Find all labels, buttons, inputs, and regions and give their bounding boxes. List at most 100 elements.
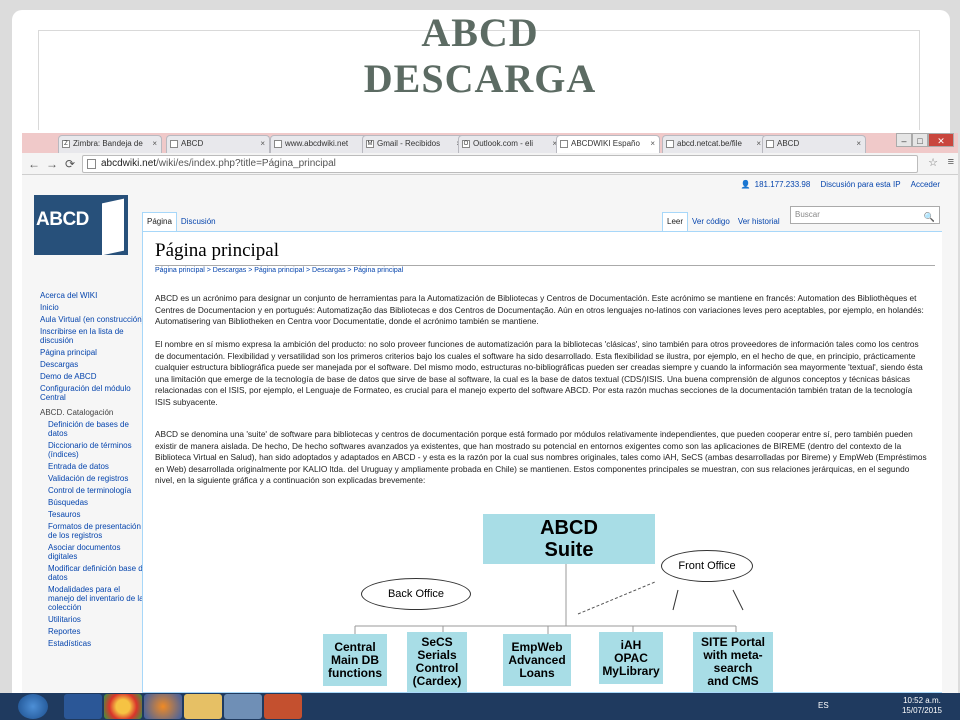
sidebar-sub-item[interactable]: Búsquedas bbox=[40, 498, 148, 507]
sidebar-item[interactable]: Demo de ABCD bbox=[40, 372, 148, 381]
tab-label: abcd.netcat.be/file bbox=[677, 139, 742, 148]
firefox-taskbar-icon[interactable] bbox=[144, 694, 182, 719]
sidebar-sub-item[interactable]: Reportes bbox=[40, 627, 148, 636]
login-link[interactable]: Acceder bbox=[911, 180, 940, 189]
sidebar-sub-item[interactable]: Asociar documentos digitales bbox=[40, 543, 148, 561]
browser-tab[interactable]: ABCDWIKI Españo × bbox=[556, 135, 660, 153]
tab-favicon-icon bbox=[170, 140, 178, 148]
sidebar-sub-item[interactable]: Control de terminología bbox=[40, 486, 148, 495]
sidebar-item[interactable]: Configuración del módulo Central bbox=[40, 384, 148, 402]
folder-taskbar-icon[interactable] bbox=[184, 694, 222, 719]
search-icon[interactable]: 🔍 bbox=[924, 209, 935, 225]
page-tabs-right: Leer Ver código Ver historial bbox=[662, 211, 784, 231]
address-bar[interactable]: abcdwiki.net/wiki/es/index.php?title=Pág… bbox=[82, 155, 918, 173]
tab-close-icon[interactable]: × bbox=[152, 136, 157, 152]
search-placeholder: Buscar bbox=[795, 210, 820, 219]
tab-close-icon[interactable]: × bbox=[260, 136, 265, 152]
sidebar-sub-item[interactable]: Modificar definición base de datos bbox=[40, 564, 148, 582]
tab-close-icon[interactable]: × bbox=[650, 136, 655, 152]
chrome-taskbar-icon[interactable] bbox=[104, 694, 142, 719]
browser-tab[interactable]: ABCD × bbox=[762, 135, 866, 153]
sidebar-sub-item[interactable]: Estadísticas bbox=[40, 639, 148, 648]
sidebar-sub-item[interactable]: Validación de registros bbox=[40, 474, 148, 483]
sidebar-item[interactable]: Aula Virtual (en construcción) bbox=[40, 315, 148, 324]
start-button[interactable] bbox=[18, 694, 48, 719]
module-line: Advanced bbox=[508, 652, 566, 667]
tab-label: Outlook.com - eli bbox=[473, 139, 534, 148]
sidebar-item[interactable]: Acerca del WIKI bbox=[40, 291, 148, 300]
page-tab-right[interactable]: Ver historial bbox=[734, 213, 784, 231]
tab-label: www.abcdwiki.net bbox=[285, 139, 349, 148]
sidebar-sub-item[interactable]: Formatos de presentación de los registro… bbox=[40, 522, 148, 540]
sidebar-sub-item[interactable]: Modalidades para el manejo del inventari… bbox=[40, 585, 148, 612]
module-line: MyLibrary bbox=[602, 663, 660, 678]
tab-favicon-icon: O bbox=[462, 140, 470, 148]
module-box: SeCS Serials Control (Cardex) bbox=[407, 632, 467, 692]
module-line: Loans bbox=[519, 665, 555, 680]
reload-icon: ⟳ bbox=[64, 157, 76, 171]
menu-icon[interactable]: ≡ bbox=[948, 156, 954, 168]
sidebar-sub-nav: Definición de bases de datos Diccionario … bbox=[40, 420, 148, 648]
sidebar-item[interactable]: Inscribirse en la lista de discusión bbox=[40, 327, 148, 345]
tab-close-icon[interactable]: × bbox=[856, 136, 861, 152]
module-box: SITE Portal with meta-search and CMS bbox=[693, 632, 773, 692]
slide-title-line-1: ABCD bbox=[421, 10, 539, 55]
tab-label: ABCD bbox=[777, 139, 800, 148]
browser-tab[interactable]: abcd.netcat.be/file × bbox=[662, 135, 766, 153]
slide-title-line-2: DESCARGA bbox=[363, 56, 597, 101]
paint-taskbar-icon[interactable] bbox=[224, 694, 262, 719]
sidebar-sub-item[interactable]: Utilitarios bbox=[40, 615, 148, 624]
discussion-ip-link[interactable]: Discusión para esta IP bbox=[821, 180, 901, 189]
back-office-label: Back Office bbox=[361, 578, 471, 610]
sidebar-item[interactable]: Inicio bbox=[40, 303, 148, 312]
search-input[interactable]: Buscar 🔍 bbox=[790, 206, 940, 224]
forward-button[interactable]: → bbox=[44, 156, 60, 172]
arrow-right-icon: → bbox=[46, 157, 58, 171]
page-tab-right[interactable]: Ver código bbox=[688, 213, 734, 231]
paragraph-2: El nombre en sí mismo expresa la ambició… bbox=[155, 339, 923, 407]
window-controls: – □ ✕ bbox=[896, 133, 956, 149]
sidebar-sub-item[interactable]: Diccionario de términos (índices) bbox=[40, 441, 148, 459]
page-tab-left[interactable]: Discusión bbox=[177, 213, 220, 231]
content-area: Página principal Página principal > Desc… bbox=[142, 231, 942, 693]
browser-tab-bar: Z Zimbra: Bandeja de × ABCD × www.abcdwiki.ne… bbox=[22, 133, 958, 153]
module-line: functions bbox=[328, 665, 382, 680]
module-box: Central Main DB functions bbox=[323, 634, 387, 686]
browser-tab[interactable]: O Outlook.com - eli × bbox=[458, 135, 562, 153]
sidebar-sub-item[interactable]: Definición de bases de datos bbox=[40, 420, 148, 438]
tab-label: ABCD bbox=[181, 139, 204, 148]
close-window-button[interactable]: ✕ bbox=[928, 133, 954, 147]
page-tab-left[interactable]: Página bbox=[142, 212, 177, 231]
word-taskbar-icon[interactable] bbox=[64, 694, 102, 719]
language-indicator[interactable]: ES bbox=[818, 701, 829, 710]
module-box: iAH OPAC MyLibrary bbox=[599, 632, 663, 684]
abcd-suite-box: ABCD Suite bbox=[483, 514, 655, 564]
browser-tab[interactable]: Z Zimbra: Bandeja de × bbox=[58, 135, 162, 153]
browser-tab[interactable]: MGmail - Recibidos× bbox=[362, 135, 466, 153]
front-office-label: Front Office bbox=[661, 550, 753, 582]
powerpoint-taskbar-icon[interactable] bbox=[264, 694, 302, 719]
browser-tab[interactable]: ABCD × bbox=[166, 135, 270, 153]
arrow-left-icon: ← bbox=[28, 157, 40, 171]
module-box: EmpWeb Advanced Loans bbox=[503, 634, 571, 686]
sidebar-sub-item[interactable]: Tesauros bbox=[40, 510, 148, 519]
breadcrumb[interactable]: Página principal > Descargas > Página pr… bbox=[155, 267, 403, 274]
tab-close-icon[interactable]: × bbox=[756, 136, 761, 152]
module-line: Main DB bbox=[331, 652, 379, 667]
reload-button[interactable]: ⟳ bbox=[62, 156, 78, 172]
paragraph-1: ABCD es un acrónimo para designar un con… bbox=[155, 293, 924, 326]
minimize-button[interactable]: – bbox=[896, 133, 912, 147]
browser-tab[interactable]: www.abcdwiki.net× bbox=[270, 135, 374, 153]
maximize-button[interactable]: □ bbox=[912, 133, 928, 147]
ip-link[interactable]: 181.177.233.98 bbox=[755, 180, 811, 189]
system-clock[interactable]: 10:52 a.m. 15/07/2015 bbox=[902, 696, 942, 716]
back-button[interactable]: ← bbox=[26, 156, 42, 172]
page-tab-right[interactable]: Leer bbox=[662, 212, 689, 231]
module-line: OPAC bbox=[614, 650, 648, 665]
sidebar-sub-item[interactable]: Entrada de datos bbox=[40, 462, 148, 471]
sidebar-item[interactable]: Página principal bbox=[40, 348, 148, 357]
abcd-logo[interactable]: ABCD bbox=[34, 195, 128, 256]
bookmark-star-icon[interactable]: ☆ bbox=[928, 156, 938, 169]
sidebar-item[interactable]: Descargas bbox=[40, 360, 148, 369]
tab-favicon-icon bbox=[766, 140, 774, 148]
